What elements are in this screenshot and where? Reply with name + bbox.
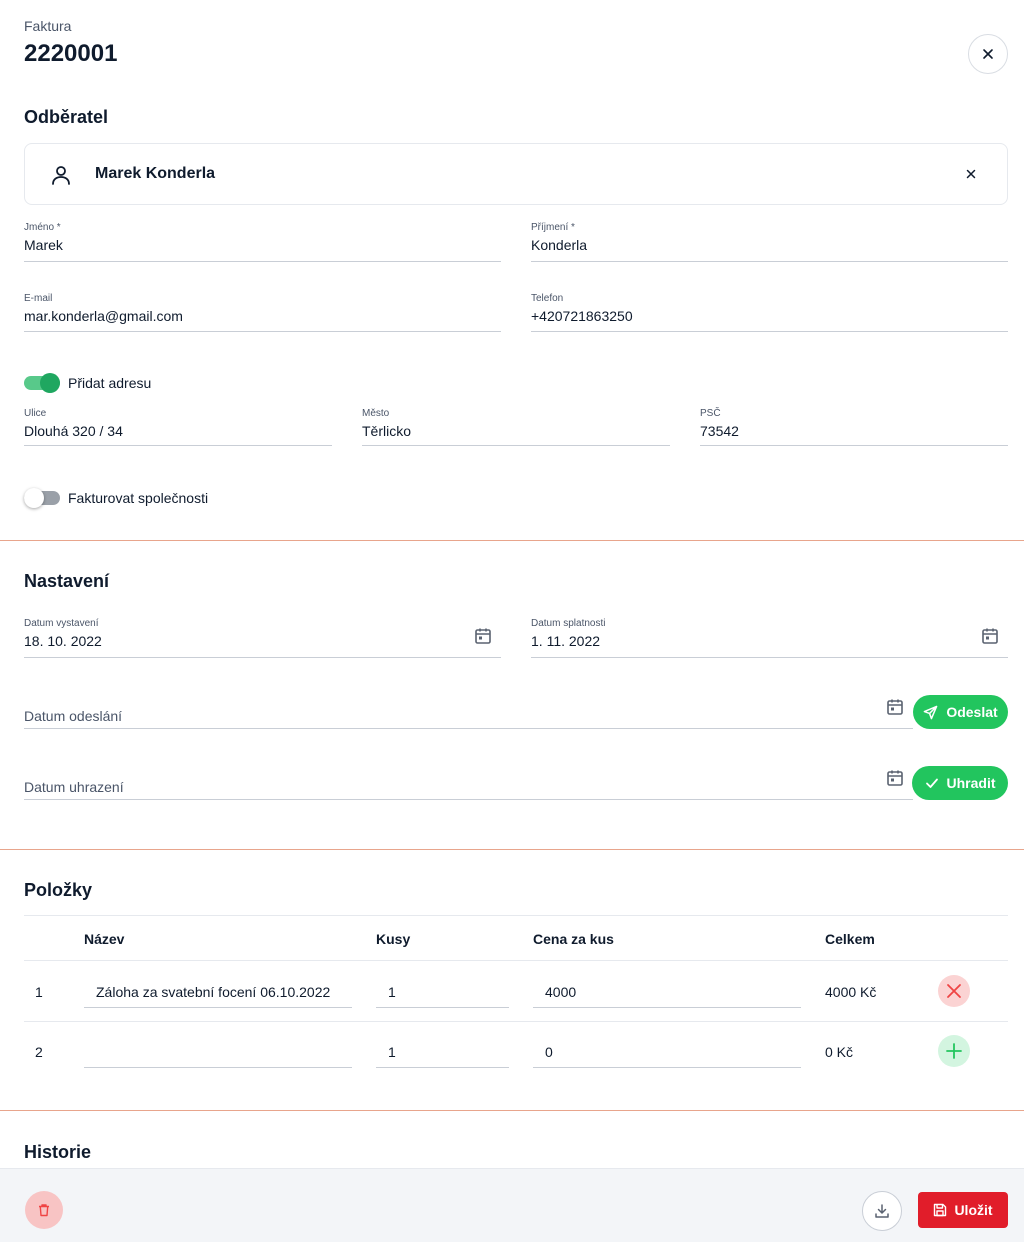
download-icon — [875, 1204, 889, 1218]
due-date-label: Datum splatnosti — [531, 618, 606, 629]
column-header-qty: Kusy — [376, 931, 411, 947]
street-label: Ulice — [24, 408, 47, 419]
send-icon — [923, 705, 938, 719]
item-total: 4000 Kč — [825, 984, 877, 1000]
paid-date-placeholder: Datum uhrazení — [24, 779, 124, 795]
street-field[interactable]: Ulice Dlouhá 320 / 34 — [24, 408, 332, 446]
add-address-label: Přidat adresu — [68, 375, 152, 391]
sent-date-field[interactable]: Datum odeslání — [24, 690, 913, 729]
section-divider — [0, 540, 1024, 541]
column-header-price: Cena za kus — [533, 931, 614, 947]
delete-invoice-button[interactable] — [25, 1191, 63, 1229]
plus-icon — [946, 1043, 962, 1059]
customer-name: Marek Konderla — [95, 165, 216, 182]
due-date-field[interactable]: Datum splatnosti 1. 11. 2022 — [531, 618, 1008, 658]
bill-company-label: Fakturovat společnosti — [68, 490, 209, 506]
remove-item-button[interactable] — [938, 975, 970, 1007]
item-price-input[interactable]: 0 — [533, 1038, 801, 1068]
last-name-field[interactable]: Příjmení * Konderla — [531, 222, 1008, 262]
item-price-value: 4000 — [545, 984, 577, 1000]
issue-date-value: 18. 10. 2022 — [24, 633, 102, 649]
phone-value: +420721863250 — [531, 308, 633, 324]
trash-icon — [39, 1204, 49, 1217]
first-name-field[interactable]: Jméno * Marek — [24, 222, 501, 262]
save-label: Uložit — [954, 1202, 993, 1218]
download-button[interactable] — [862, 1191, 902, 1231]
calendar-icon[interactable] — [981, 627, 999, 645]
check-icon — [925, 778, 938, 788]
email-field[interactable]: E-mail mar.konderla@gmail.com — [24, 293, 501, 332]
email-value: mar.konderla@gmail.com — [24, 308, 183, 324]
zip-value: 73542 — [700, 423, 739, 439]
customer-section-title: Odběratel — [24, 107, 109, 127]
zip-field[interactable]: PSČ 73542 — [700, 408, 1008, 446]
issue-date-field[interactable]: Datum vystavení 18. 10. 2022 — [24, 618, 501, 658]
due-date-value: 1. 11. 2022 — [531, 633, 601, 649]
item-qty-input[interactable]: 1 — [376, 978, 509, 1008]
table-row-border — [24, 1021, 1008, 1022]
issue-date-label: Datum vystavení — [24, 618, 99, 629]
zip-label: PSČ — [700, 408, 721, 419]
item-total: 0 Kč — [825, 1044, 854, 1060]
bottom-action-bar: Uložit — [0, 1168, 1024, 1242]
send-label: Odeslat — [946, 704, 998, 720]
sent-date-placeholder: Datum odeslání — [24, 708, 123, 724]
paid-date-field[interactable]: Datum uhrazení — [24, 761, 913, 800]
invoice-number: 2220001 — [24, 40, 118, 67]
city-label: Město — [362, 408, 390, 419]
toggle-knob — [40, 373, 60, 393]
person-icon — [52, 166, 70, 185]
send-button[interactable]: Odeslat — [913, 695, 1008, 729]
settings-section-title: Nastavení — [24, 571, 110, 591]
history-section-title: Historie — [24, 1142, 92, 1162]
pay-label: Uhradit — [946, 775, 996, 791]
table-header-border — [24, 960, 1008, 961]
item-price-input[interactable]: 4000 — [533, 978, 801, 1008]
save-button[interactable]: Uložit — [918, 1192, 1008, 1228]
calendar-icon[interactable] — [886, 698, 904, 716]
document-type-label: Faktura — [24, 18, 72, 34]
row-index: 2 — [35, 1044, 43, 1060]
section-divider — [0, 1110, 1024, 1111]
item-name-input[interactable]: Záloha za svatební focení 06.10.2022 — [84, 978, 352, 1008]
first-name-label: Jméno * — [24, 222, 61, 233]
pay-button[interactable]: Uhradit — [912, 766, 1008, 800]
add-address-toggle[interactable] — [24, 373, 60, 393]
last-name-label: Příjmení * — [531, 222, 575, 233]
floppy-icon — [934, 1203, 947, 1217]
close-icon — [983, 49, 993, 59]
item-price-value: 0 — [545, 1044, 553, 1060]
row-index: 1 — [35, 984, 43, 1000]
bill-company-toggle[interactable] — [24, 488, 60, 508]
email-label: E-mail — [24, 293, 53, 304]
city-field[interactable]: Město Těrlicko — [362, 408, 670, 446]
item-qty-input[interactable]: 1 — [376, 1038, 509, 1068]
item-name-value: Záloha za svatební focení 06.10.2022 — [96, 984, 331, 1000]
item-qty-value: 1 — [388, 1044, 396, 1060]
city-value: Těrlicko — [362, 423, 412, 439]
close-button[interactable] — [968, 34, 1008, 74]
add-item-button[interactable] — [938, 1035, 970, 1067]
selected-customer-card[interactable]: Marek Konderla — [24, 143, 1008, 205]
column-header-total: Celkem — [825, 931, 875, 947]
section-divider — [0, 849, 1024, 850]
column-header-name: Název — [84, 931, 125, 947]
item-name-input[interactable] — [84, 1038, 352, 1068]
toggle-knob — [24, 488, 44, 508]
phone-field[interactable]: Telefon +420721863250 — [531, 293, 1008, 332]
table-top-border — [24, 915, 1008, 916]
first-name-value: Marek — [24, 237, 63, 253]
clear-customer-icon[interactable] — [963, 166, 979, 182]
calendar-icon[interactable] — [474, 627, 492, 645]
item-qty-value: 1 — [388, 984, 396, 1000]
close-icon — [947, 984, 961, 998]
last-name-value: Konderla — [531, 237, 588, 253]
items-section-title: Položky — [24, 880, 93, 900]
calendar-icon[interactable] — [886, 769, 904, 787]
street-value: Dlouhá 320 / 34 — [24, 423, 123, 439]
phone-label: Telefon — [531, 293, 564, 304]
